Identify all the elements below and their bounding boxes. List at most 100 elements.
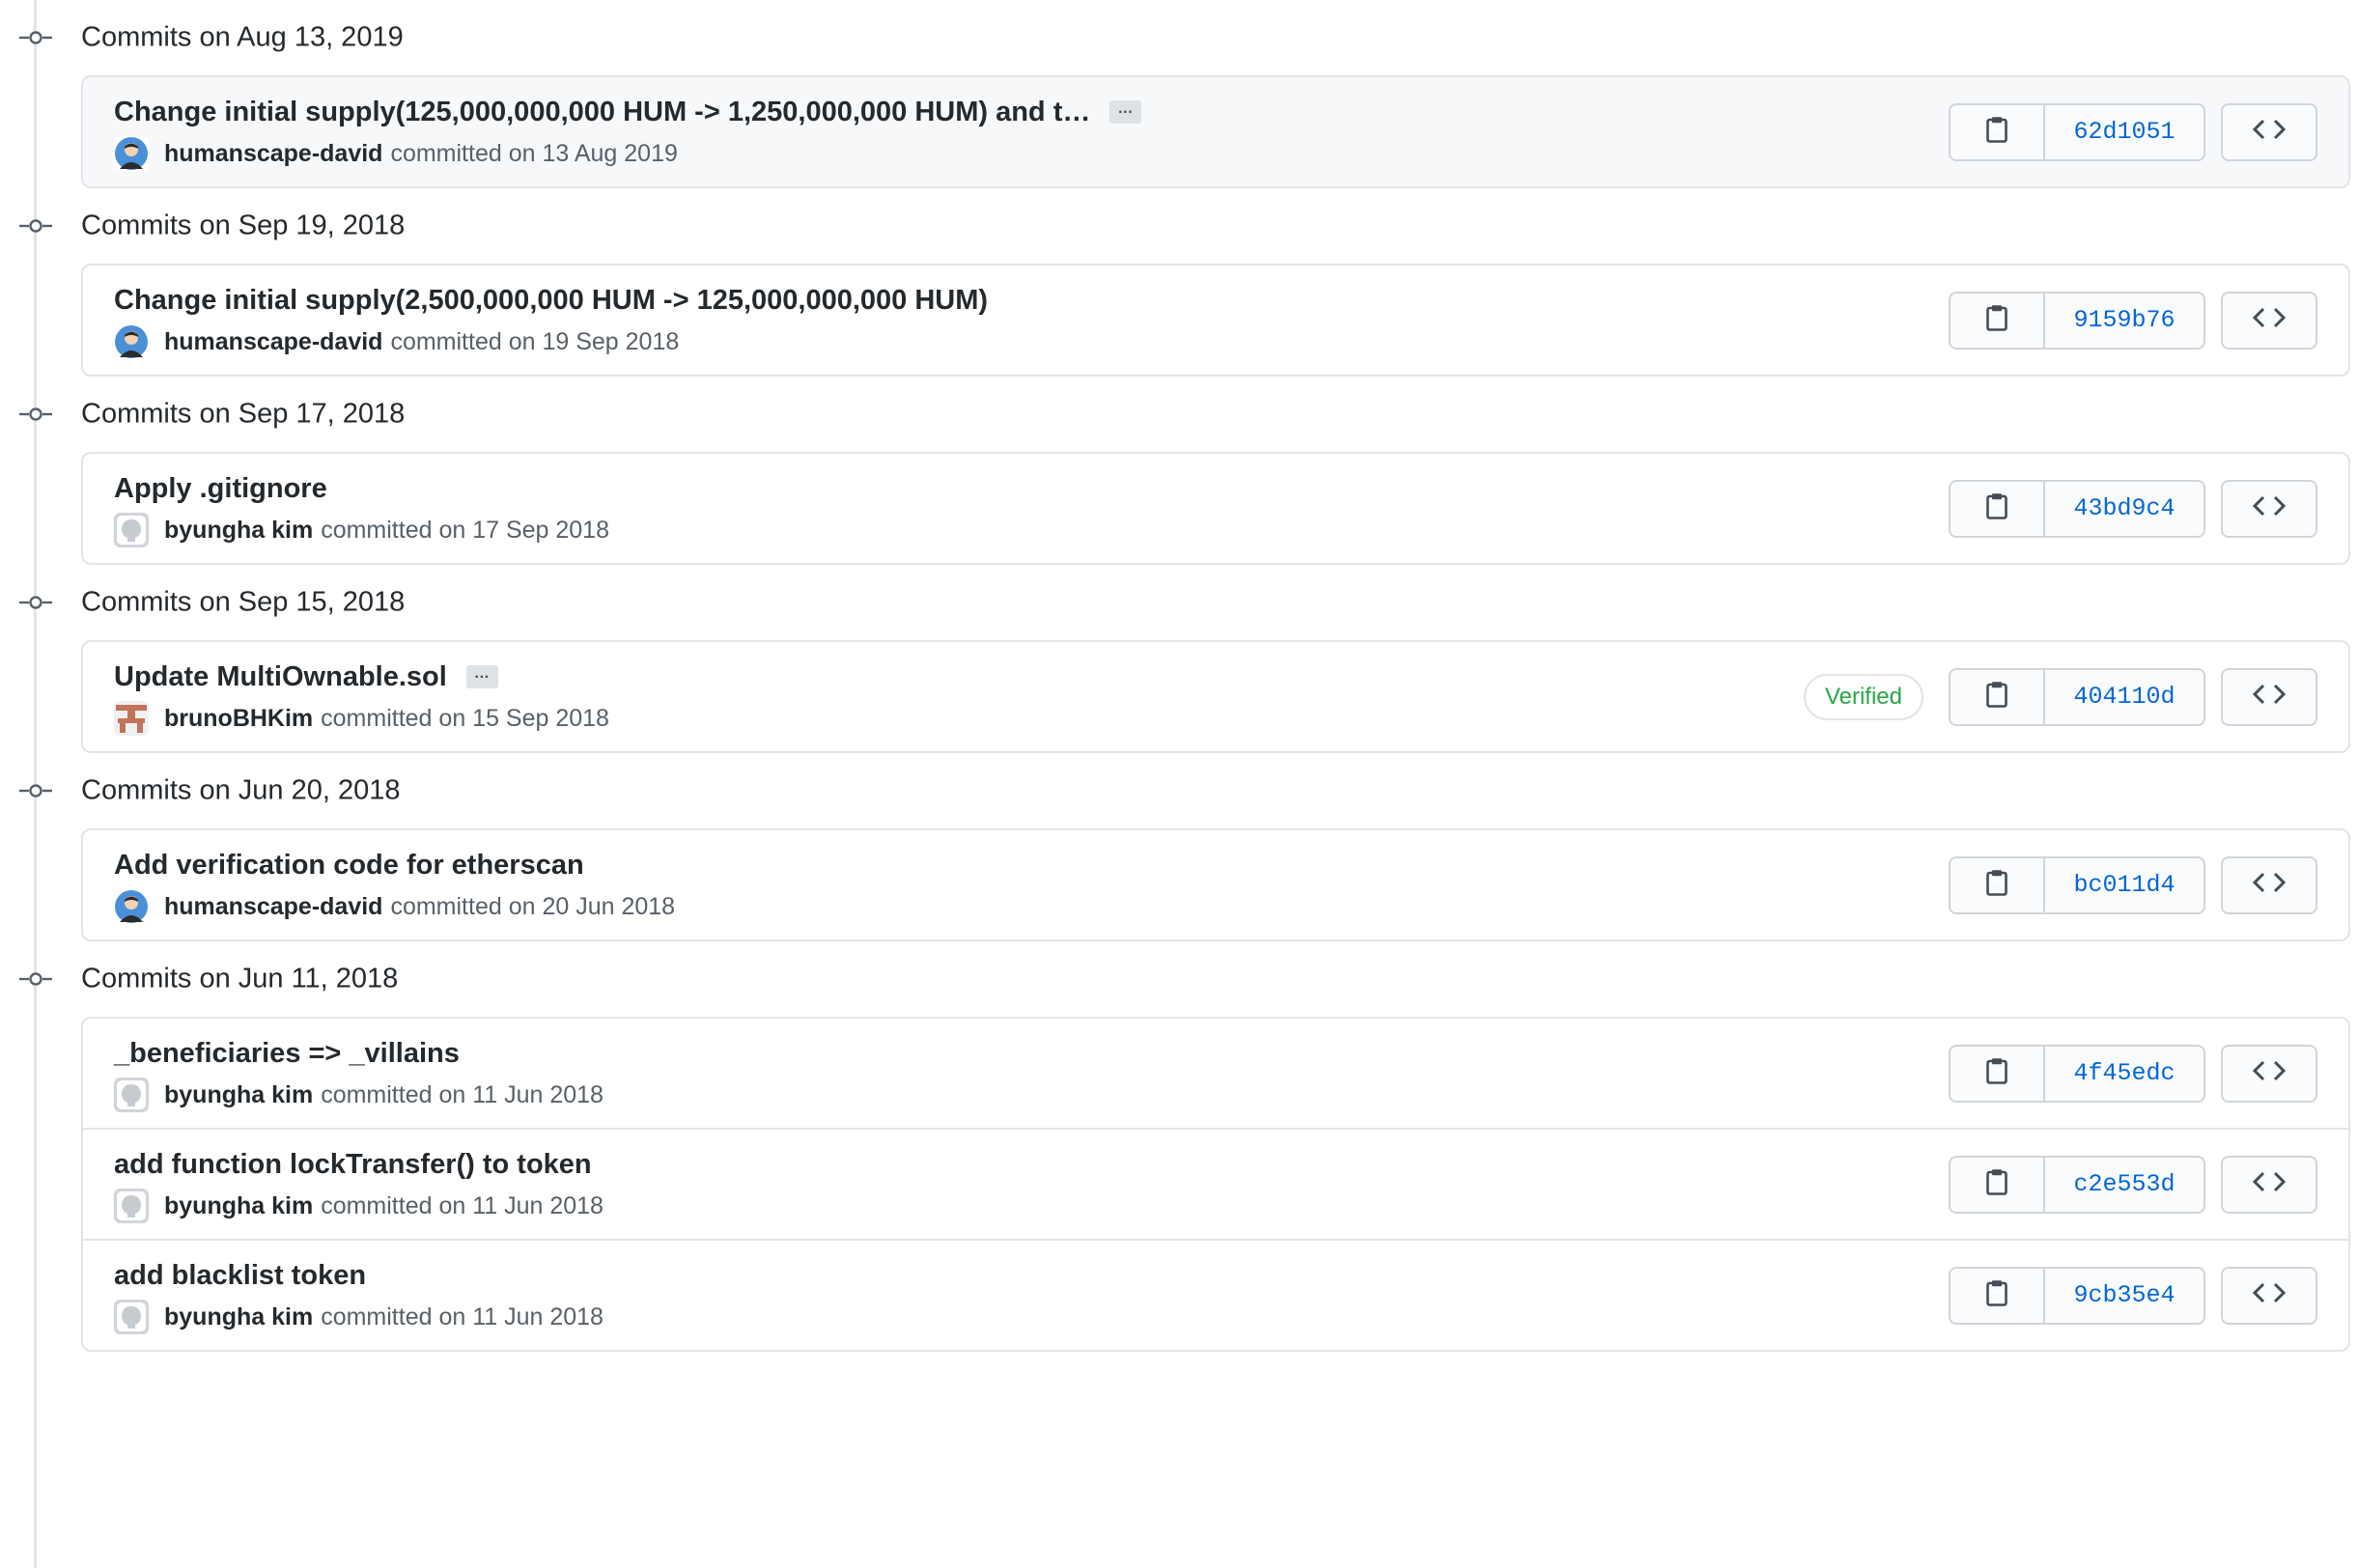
commit-group: Commits on Aug 13, 2019 Change initial su… <box>0 0 2358 188</box>
copy-sha-button[interactable] <box>1951 293 2045 348</box>
commit-author-link[interactable]: byungha kim <box>164 1303 313 1331</box>
avatar[interactable] <box>114 1300 149 1334</box>
commit-sha-link[interactable]: 404110d <box>2045 670 2204 724</box>
commit-list-box: Update MultiOwnable.sol … brunoBHKim commit… <box>81 640 2350 753</box>
sha-button-group: c2e553d <box>1949 1155 2205 1214</box>
commit-actions: Verified 404110d <box>1803 667 2317 726</box>
sha-button-group: 9159b76 <box>1949 291 2205 350</box>
avatar[interactable] <box>114 324 149 359</box>
commit-group-header: Commits on Jun 20, 2018 <box>0 753 2358 828</box>
commit-actions: 9cb35e4 <box>1949 1266 2317 1325</box>
commit-group-header: Commits on Sep 17, 2018 <box>0 377 2358 452</box>
copy-sha-button[interactable] <box>1951 481 2045 536</box>
browse-repo-button[interactable] <box>2221 667 2317 726</box>
commit-sha-link[interactable]: 62d1051 <box>2045 105 2204 159</box>
commit-group-header: Commits on Sep 19, 2018 <box>0 188 2358 264</box>
avatar[interactable] <box>114 701 149 736</box>
commit-date-text: committed on 17 Sep 2018 <box>321 516 609 544</box>
commit-list-box: _beneficiaries => _villains byungha kim co… <box>81 1017 2350 1352</box>
commit-message-link[interactable]: Apply .gitignore <box>114 473 327 505</box>
commit-group-title: Commits on Aug 13, 2019 <box>81 21 404 53</box>
commit-sha-link[interactable]: 4f45edc <box>2045 1047 2204 1101</box>
commit-message-line: add blacklist token <box>114 1256 1769 1295</box>
commit-message-link[interactable]: Add verification code for etherscan <box>114 850 584 882</box>
commit-message-line: Update MultiOwnable.sol … <box>114 658 1769 696</box>
commit-message-link[interactable]: Change initial supply(125,000,000,000 HU… <box>114 97 1090 128</box>
browse-repo-button[interactable] <box>2221 1155 2317 1214</box>
git-commit-icon <box>19 31 52 44</box>
git-commit-icon <box>19 972 52 986</box>
commit-info: Apply .gitignore byungha kim committed on … <box>114 469 1769 548</box>
browse-repo-button[interactable] <box>2221 291 2317 350</box>
code-icon <box>2252 1060 2287 1086</box>
avatar[interactable] <box>114 889 149 924</box>
commit-actions: 4f45edc <box>1949 1044 2317 1103</box>
commit-row: Change initial supply(2,500,000,000 HUM … <box>83 266 2348 375</box>
commit-author-link[interactable]: humanscape-david <box>164 328 382 356</box>
commit-actions: c2e553d <box>1949 1155 2317 1214</box>
browse-repo-button[interactable] <box>2221 479 2317 538</box>
commit-group-title: Commits on Jun 20, 2018 <box>81 774 401 806</box>
commit-info: add blacklist token byungha kim committed … <box>114 1256 1769 1335</box>
commit-date-text: committed on 11 Jun 2018 <box>321 1302 604 1330</box>
avatar[interactable] <box>114 513 149 547</box>
avatar[interactable] <box>114 1189 149 1223</box>
commit-sha-link[interactable]: c2e553d <box>2045 1158 2204 1212</box>
browse-repo-button[interactable] <box>2221 102 2317 161</box>
commit-group: Commits on Sep 19, 2018 Change initial su… <box>0 188 2358 377</box>
commit-row: Add verification code for etherscan human… <box>83 830 2348 939</box>
commit-message-line: Add verification code for etherscan <box>114 846 1769 884</box>
copy-sha-button[interactable] <box>1951 1268 2045 1323</box>
commit-author-link[interactable]: byungha kim <box>164 517 313 545</box>
commit-list: Commits on Aug 13, 2019 Change initial su… <box>0 0 2358 1352</box>
sha-button-group: bc011d4 <box>1949 855 2205 914</box>
clipboard-icon <box>1986 869 2007 901</box>
commit-author-link[interactable]: humanscape-david <box>164 140 382 168</box>
commit-author-link[interactable]: brunoBHKim <box>164 705 313 733</box>
browse-repo-button[interactable] <box>2221 1044 2317 1103</box>
avatar[interactable] <box>114 1078 149 1112</box>
commit-group-header: Commits on Jun 11, 2018 <box>0 941 2358 1017</box>
commit-message-link[interactable]: add blacklist token <box>114 1260 366 1292</box>
commit-message-line: _beneficiaries => _villains <box>114 1034 1769 1073</box>
clipboard-icon <box>1986 304 2007 336</box>
commit-sha-link[interactable]: 43bd9c4 <box>2045 482 2204 536</box>
ellipsis-expand-button[interactable]: … <box>1109 100 1142 124</box>
clipboard-icon <box>1986 116 2007 148</box>
code-icon <box>2252 119 2287 145</box>
commit-sha-link[interactable]: 9159b76 <box>2045 294 2204 348</box>
clipboard-icon <box>1986 1279 2007 1311</box>
copy-sha-button[interactable] <box>1951 1046 2045 1101</box>
avatar[interactable] <box>114 136 149 171</box>
commit-message-link[interactable]: _beneficiaries => _villains <box>114 1038 460 1070</box>
ellipsis-expand-button[interactable]: … <box>465 665 498 688</box>
copy-sha-button[interactable] <box>1951 857 2045 912</box>
commit-group-title: Commits on Jun 11, 2018 <box>81 963 399 994</box>
commit-row: Change initial supply(125,000,000,000 HU… <box>83 77 2348 186</box>
commit-sha-link[interactable]: 9cb35e4 <box>2045 1269 2204 1323</box>
commit-message-link[interactable]: Change initial supply(2,500,000,000 HUM … <box>114 285 988 317</box>
commit-row: add blacklist token byungha kim committed … <box>83 1239 2348 1350</box>
commit-meta: byungha kim committed on 11 Jun 2018 <box>114 1188 1769 1224</box>
git-commit-icon <box>19 219 52 233</box>
commit-group: Commits on Sep 15, 2018 Update MultiOwnab… <box>0 565 2358 753</box>
commit-author-link[interactable]: humanscape-david <box>164 893 382 921</box>
commit-meta: byungha kim committed on 11 Jun 2018 <box>114 1077 1769 1113</box>
commit-info: _beneficiaries => _villainsbyungha kim co… <box>114 1034 1769 1113</box>
verified-badge[interactable]: Verified <box>1803 673 1923 720</box>
browse-repo-button[interactable] <box>2221 1266 2317 1325</box>
commit-author-link[interactable]: byungha kim <box>164 1081 313 1109</box>
commit-date-text: committed on 20 Jun 2018 <box>390 892 676 920</box>
commit-sha-link[interactable]: bc011d4 <box>2045 858 2204 912</box>
copy-sha-button[interactable] <box>1951 669 2045 724</box>
browse-repo-button[interactable] <box>2221 855 2317 914</box>
commit-message-link[interactable]: add function lockTransfer() to token <box>114 1149 592 1181</box>
commit-message-link[interactable]: Update MultiOwnable.sol <box>114 661 447 693</box>
commit-group-title: Commits on Sep 17, 2018 <box>81 398 406 430</box>
code-icon <box>2252 307 2287 333</box>
commit-group: Commits on Sep 17, 2018 Apply .gitignore b… <box>0 377 2358 565</box>
commit-author-link[interactable]: byungha kim <box>164 1192 313 1220</box>
copy-sha-button[interactable] <box>1951 104 2045 159</box>
copy-sha-button[interactable] <box>1951 1157 2045 1212</box>
code-icon <box>2252 495 2287 521</box>
